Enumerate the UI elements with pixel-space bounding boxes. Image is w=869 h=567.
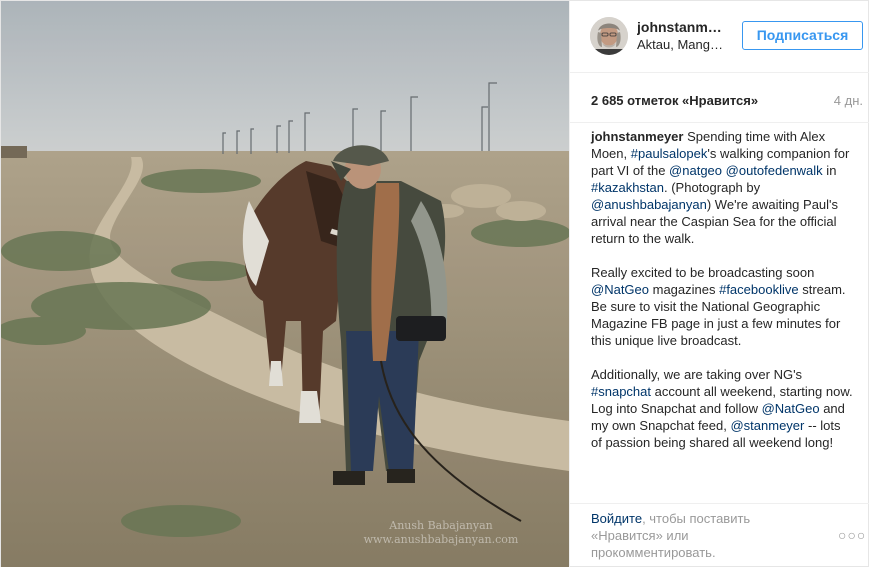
instagram-post: Anush Babajanyan www.anushbabajanyan.com…: [0, 0, 869, 567]
caption-paragraph: Additionally, we are taking over NG's #s…: [591, 366, 853, 451]
post-age[interactable]: 4 дн.: [834, 93, 863, 108]
caption-text: magazines: [649, 282, 720, 297]
caption-tag-link[interactable]: #kazakhstan: [591, 180, 664, 195]
post-sidebar: johnstanmeyer Aktau, Mangystau Подписать…: [569, 1, 869, 567]
login-prompt: Войдите, чтобы поставить «Нравится» или …: [591, 510, 806, 561]
caption-tag-link[interactable]: @outofedenwalk: [726, 163, 823, 178]
caption-text: Really excited to be broadcasting soon: [591, 265, 815, 280]
post-caption: johnstanmeyer Spending time with Alex Mo…: [591, 128, 853, 468]
caption-text: Additionally, we are taking over NG's: [591, 367, 803, 382]
likes-count[interactable]: 2 685 отметок «Нравится»: [591, 93, 758, 108]
caption-tag-link[interactable]: @NatGeo: [762, 401, 820, 416]
post-stats: 2 685 отметок «Нравится» 4 дн.: [570, 73, 869, 123]
username[interactable]: johnstanmeyer: [637, 19, 727, 35]
caption-text: . (Photograph by: [664, 180, 761, 195]
location[interactable]: Aktau, Mangystau: [637, 37, 729, 52]
post-photo[interactable]: Anush Babajanyan www.anushbabajanyan.com: [1, 1, 569, 567]
follow-button[interactable]: Подписаться: [742, 21, 863, 50]
caption-tag-link[interactable]: #snapchat: [591, 384, 651, 399]
caption-tag-link[interactable]: #paulsalopek: [631, 146, 708, 161]
avatar[interactable]: [590, 17, 628, 55]
caption-text: in: [822, 163, 837, 178]
watermark-name: Anush Babajanyan: [389, 519, 493, 532]
caption-p1: Spending time with Alex Moen, #paulsalop…: [591, 129, 849, 246]
caption-paragraph: johnstanmeyer Spending time with Alex Mo…: [591, 128, 853, 247]
watermark-url: www.anushbabajanyan.com: [363, 533, 519, 546]
caption-tag-link[interactable]: @NatGeo: [591, 282, 649, 297]
avatar-image: [590, 17, 628, 55]
caption-tag-link[interactable]: @natgeo: [669, 163, 722, 178]
caption-author[interactable]: johnstanmeyer: [591, 129, 683, 144]
photo-image: [1, 1, 569, 567]
post-header: johnstanmeyer Aktau, Mangystau Подписать…: [570, 1, 869, 73]
more-options-icon[interactable]: ○○○: [838, 528, 865, 542]
caption-paragraph: Really excited to be broadcasting soon @…: [591, 264, 853, 349]
caption-tag-link[interactable]: #facebooklive: [719, 282, 799, 297]
login-link[interactable]: Войдите: [591, 511, 642, 526]
caption-tag-link[interactable]: @anushbabajanyan: [591, 197, 707, 212]
caption-tag-link[interactable]: @stanmeyer: [730, 418, 804, 433]
photo-watermark: Anush Babajanyan www.anushbabajanyan.com: [341, 519, 541, 547]
post-footer: Войдите, чтобы поставить «Нравится» или …: [570, 503, 869, 567]
